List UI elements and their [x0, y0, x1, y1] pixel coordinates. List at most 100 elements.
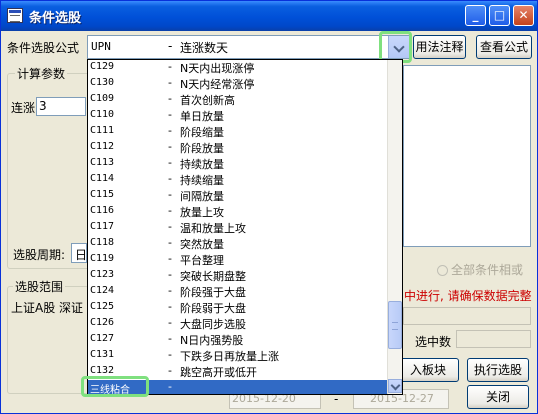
radio-icon	[437, 265, 448, 276]
scope-group-title: 选股范围	[13, 278, 66, 295]
item-code: C127	[90, 333, 115, 344]
item-name: N日内强势股	[180, 334, 244, 347]
progress-box	[403, 307, 531, 325]
item-separator: -	[168, 140, 172, 153]
item-separator: -	[168, 60, 172, 73]
item-name: 持续放量	[180, 158, 224, 171]
item-name: 阶段强于大盘	[180, 286, 246, 299]
formula-dash: -	[168, 39, 173, 53]
params-group-title: 计算参数	[15, 65, 68, 82]
item-name: 突然放量	[180, 238, 224, 251]
param-value: 3	[39, 99, 47, 113]
dropdown-item[interactable]: C125 - 阶段弱于大盘	[88, 300, 388, 316]
dropdown-item[interactable]: C113 - 持续放量	[88, 156, 388, 172]
dropdown-item[interactable]: C132 - 跳空高开或低开	[88, 364, 388, 380]
item-name: 放量上攻	[180, 206, 224, 219]
close-window-button[interactable]: ✕	[513, 5, 534, 26]
dropdown-item[interactable]: C116 - 放量上攻	[88, 204, 388, 220]
dropdown-item[interactable]: C115 - 间隔放量	[88, 188, 388, 204]
item-name: N天内经常涨停	[180, 78, 255, 91]
item-separator: -	[168, 348, 172, 361]
item-separator: -	[168, 92, 172, 105]
item-code: C116	[90, 205, 115, 216]
item-separator: -	[168, 108, 172, 121]
item-code: C117	[90, 221, 115, 232]
stock-screening-window: 条件选股 _ □ ✕ 条件选股公式 UPN - 连涨数天 用法注释 查看公式 计…	[0, 0, 538, 414]
dropdown-item[interactable]: C111 - 阶段缩量	[88, 124, 388, 140]
dropdown-item[interactable]: C119 - 平台整理	[88, 252, 388, 268]
item-name: 阶段弱于大盘	[180, 302, 246, 315]
item-separator: -	[168, 268, 172, 281]
minimize-icon: _	[472, 8, 479, 22]
formula-dropdown-list[interactable]: C129- N天内出现涨停 C130- N天内经常涨停 C109- 首次创新高 C110- 单…	[87, 59, 403, 395]
dropdown-item[interactable]: C112 - 阶段放量	[88, 140, 388, 156]
item-separator: -	[168, 156, 172, 169]
item-code: C131	[90, 349, 115, 360]
run-screening-button[interactable]: 执行选股	[467, 358, 529, 382]
item-code: C118	[90, 237, 115, 248]
item-code: C123	[90, 269, 115, 280]
dropdown-item[interactable]: C129 - N天内出现涨停	[88, 60, 388, 76]
dropdown-item[interactable]: C124 - 阶段强于大盘	[88, 284, 388, 300]
item-separator: -	[168, 124, 172, 137]
period-value: 日	[75, 248, 88, 262]
item-separator: -	[168, 236, 172, 249]
item-name: 首次创新高	[180, 94, 235, 107]
item-name: 大盘同步选股	[180, 318, 246, 331]
item-separator: -	[168, 316, 172, 329]
dropdown-item[interactable]: C126 - 大盘同步选股	[88, 316, 388, 332]
dropdown-item[interactable]: C118 - 突然放量	[88, 236, 388, 252]
item-code: C124	[90, 285, 115, 296]
selected-count-value	[456, 330, 531, 348]
dropdown-item[interactable]: C117 - 温和放量上攻	[88, 220, 388, 236]
item-separator: -	[168, 220, 172, 233]
minimize-button[interactable]: _	[465, 5, 486, 26]
scroll-down-arrow-icon[interactable]	[388, 379, 402, 393]
period-label: 选股周期:	[13, 248, 66, 262]
app-icon	[7, 8, 23, 23]
item-name: 平台整理	[180, 254, 224, 267]
item-name: 持续缩量	[180, 174, 224, 187]
item-separator: -	[168, 252, 172, 265]
item-name: 下跌多日再放量上涨	[180, 350, 279, 363]
view-formula-button[interactable]: 查看公式	[476, 35, 532, 59]
import-to-block-button[interactable]: 入板块	[397, 358, 459, 382]
item-code: C119	[90, 253, 115, 264]
dropdown-item[interactable]: C110 - 单日放量	[88, 108, 388, 124]
dropdown-scrollbar[interactable]	[387, 60, 402, 394]
formula-selected-code: UPN	[91, 40, 111, 53]
dropdown-item[interactable]: C130 - N天内经常涨停	[88, 76, 388, 92]
usage-notes-button[interactable]: 用法注释	[413, 35, 466, 59]
item-code: C113	[90, 157, 115, 168]
dropdown-item[interactable]: C123 - 突破长期盘整	[88, 268, 388, 284]
formula-selected-name: 连涨数天	[180, 41, 229, 55]
chevron-down-icon[interactable]	[388, 36, 410, 58]
all-conditions-or-checkbox[interactable]: 全部条件相或	[437, 261, 523, 278]
param-value-input[interactable]: 3	[36, 97, 86, 116]
formula-label: 条件选股公式	[7, 41, 80, 55]
maximize-button[interactable]: □	[489, 5, 510, 26]
item-code: C125	[90, 301, 115, 312]
item-code: C109	[90, 93, 115, 104]
dropdown-item[interactable]: C114 - 持续缩量	[88, 172, 388, 188]
formula-select[interactable]: UPN - 连涨数天	[87, 35, 411, 59]
maximize-icon: □	[493, 8, 506, 22]
item-code: 三线粘合	[90, 385, 130, 395]
window-title: 条件选股	[29, 11, 82, 26]
item-separator: -	[168, 76, 172, 89]
all-conditions-label: 全部条件相或	[451, 263, 524, 277]
item-separator: -	[168, 300, 172, 313]
dropdown-item[interactable]: C109 - 首次创新高	[88, 92, 388, 108]
dropdown-item[interactable]: C131 - 下跌多日再放量上涨	[88, 348, 388, 364]
item-name: 单日放量	[180, 110, 224, 123]
dropdown-item[interactable]: 三线粘合 -	[88, 380, 388, 395]
item-separator: -	[168, 332, 172, 345]
dropdown-item[interactable]: C127 - N日内强势股	[88, 332, 388, 348]
scrollbar-thumb[interactable]	[388, 301, 402, 349]
item-name: 温和放量上攻	[180, 222, 246, 235]
item-code: C114	[90, 173, 115, 184]
title-bar[interactable]: 条件选股 _ □ ✕	[1, 1, 537, 31]
close-icon: ✕	[518, 8, 529, 22]
period-select[interactable]: 日	[71, 243, 87, 263]
close-button[interactable]: 关闭	[467, 385, 529, 409]
